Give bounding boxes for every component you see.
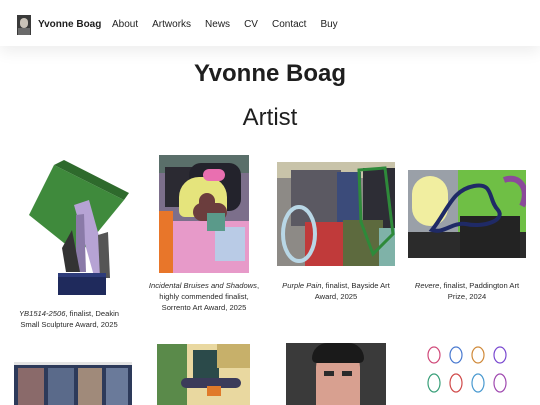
- nav-buy[interactable]: Buy: [320, 19, 337, 30]
- artwork-image-revere[interactable]: [408, 170, 526, 258]
- artwork-image-purple-pain[interactable]: [277, 162, 395, 266]
- site-name-link[interactable]: Yvonne Boag: [38, 19, 101, 30]
- artwork-image-sculpture[interactable]: [14, 160, 132, 300]
- artwork-title[interactable]: Purple Pain: [282, 281, 321, 290]
- caption-text: , finalist, Bayside Art Award, 2025: [314, 281, 390, 301]
- page-title: Yvonne Boag: [193, 60, 347, 87]
- main-nav: About Artworks News CV Contact Buy: [112, 19, 352, 30]
- avatar-body: [18, 28, 30, 35]
- artwork-image-incidental-bruises[interactable]: [159, 155, 249, 273]
- artwork-caption: Incidental Bruises and Shadows, highly c…: [145, 280, 263, 313]
- artwork-image-row2-1[interactable]: [14, 362, 132, 405]
- artwork-title[interactable]: Incidental Bruises and Shadows: [149, 281, 257, 290]
- artwork-title[interactable]: YB1514-2506: [19, 309, 65, 318]
- page-tagline: Artist: [242, 104, 298, 131]
- nav-news[interactable]: News: [205, 19, 230, 30]
- artwork-image-row2-2[interactable]: [157, 344, 250, 405]
- nav-artworks[interactable]: Artworks: [152, 19, 191, 30]
- artwork-caption: YB1514-2506, finalist, Deakin Small Scul…: [10, 308, 128, 330]
- nav-contact[interactable]: Contact: [272, 19, 306, 30]
- artwork-image-row2-4[interactable]: [420, 343, 510, 405]
- artwork-image-row2-3[interactable]: [286, 343, 386, 405]
- nav-cv[interactable]: CV: [244, 19, 258, 30]
- nav-about[interactable]: About: [112, 19, 138, 30]
- caption-text: , finalist, Paddington Art Prize, 2024: [439, 281, 520, 301]
- artwork-caption: Purple Pain, finalist, Bayside Art Award…: [277, 280, 395, 302]
- artwork-title[interactable]: Revere: [415, 281, 439, 290]
- avatar[interactable]: [17, 15, 31, 35]
- site-header: Yvonne Boag About Artworks News CV Conta…: [0, 0, 540, 46]
- avatar-face: [20, 18, 28, 28]
- artwork-caption: Revere, finalist, Paddington Art Prize, …: [408, 280, 526, 302]
